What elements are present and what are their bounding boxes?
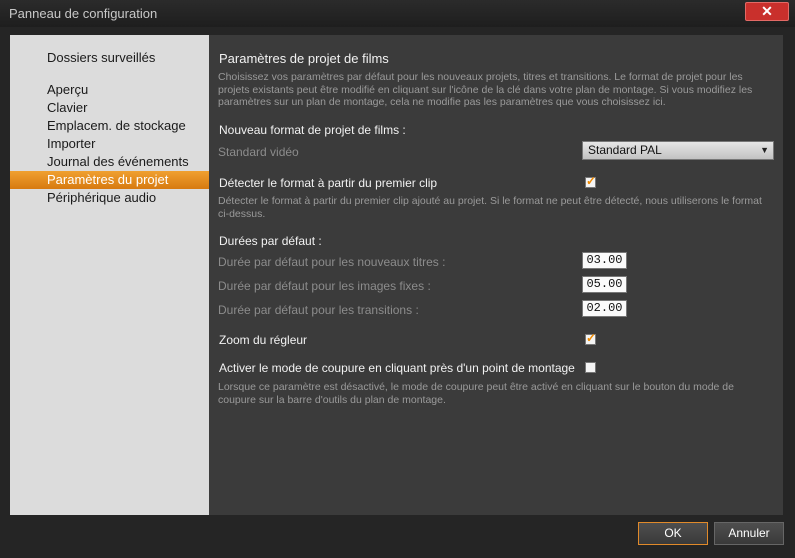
title-duration-input[interactable]: 03.00 — [582, 252, 627, 269]
zoom-checkbox[interactable]: ✓ — [585, 331, 597, 345]
intro-text: Choisissez vos paramètres par défaut pou… — [218, 71, 753, 108]
zoom-label: Zoom du régleur — [219, 333, 308, 347]
sidebar-item-import[interactable]: Importer — [10, 135, 209, 153]
detect-format-desc: Détecter le format à partir du premier c… — [218, 195, 762, 220]
sidebar-item-preview[interactable]: Aperçu — [10, 81, 209, 99]
new-format-heading: Nouveau format de projet de films : — [219, 123, 406, 137]
title-duration-label: Durée par défaut pour les nouveaux titre… — [218, 255, 446, 269]
video-standard-label: Standard vidéo — [218, 145, 299, 159]
cut-mode-label: Activer le mode de coupure en cliquant p… — [219, 361, 575, 375]
close-icon: ✕ — [761, 3, 773, 19]
sidebar-item-keyboard[interactable]: Clavier — [10, 99, 209, 117]
detect-format-label: Détecter le format à partir du premier c… — [219, 176, 438, 190]
panel-title: Paramètres de projet de films — [219, 51, 389, 66]
dropdown-arrow-icon: ▼ — [760, 145, 769, 155]
transition-duration-label: Durée par défaut pour les transitions : — [218, 303, 419, 317]
sidebar-item-project-settings[interactable]: Paramètres du projet — [10, 171, 209, 189]
cut-mode-desc: Lorsque ce paramètre est désactivé, le m… — [218, 381, 734, 406]
sidebar-item-event-log[interactable]: Journal des événements — [10, 153, 209, 171]
image-duration-label: Durée par défaut pour les images fixes : — [218, 279, 431, 293]
image-duration-input[interactable]: 05.00 — [582, 276, 627, 293]
detect-format-checkbox[interactable]: ✓ — [585, 174, 597, 188]
window-title: Panneau de configuration — [9, 6, 158, 21]
settings-panel: Paramètres de projet de films Choisissez… — [209, 35, 783, 515]
sidebar-item-watched-folders[interactable]: Dossiers surveillés — [10, 49, 209, 67]
checkmark-icon: ✓ — [586, 174, 597, 188]
close-button[interactable]: ✕ — [745, 2, 789, 21]
durations-heading: Durées par défaut : — [219, 234, 322, 248]
video-standard-select[interactable]: Standard PAL ▼ — [582, 141, 774, 160]
sidebar-item-storage[interactable]: Emplacem. de stockage — [10, 117, 209, 135]
cut-mode-checkbox[interactable] — [585, 362, 596, 373]
checkmark-icon: ✓ — [586, 331, 597, 345]
sidebar-item-audio-device[interactable]: Périphérique audio — [10, 189, 209, 207]
cancel-button[interactable]: Annuler — [714, 522, 784, 545]
title-bar: Panneau de configuration ✕ — [0, 0, 795, 27]
ok-button[interactable]: OK — [638, 522, 708, 545]
sidebar: Dossiers surveillés Aperçu Clavier Empla… — [10, 35, 209, 515]
transition-duration-input[interactable]: 02.00 — [582, 300, 627, 317]
